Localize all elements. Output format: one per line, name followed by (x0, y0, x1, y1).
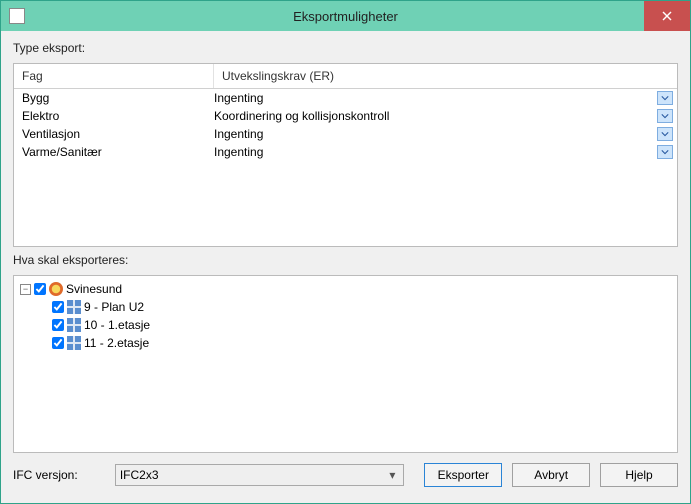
table-row[interactable]: Varme/Sanitær Ingenting (14, 143, 677, 161)
chevron-down-icon (661, 130, 669, 138)
tree-item-label: 10 - 1.etasje (84, 316, 150, 334)
tree-checkbox[interactable] (34, 283, 46, 295)
tree-checkbox[interactable] (52, 337, 64, 349)
export-button[interactable]: Eksporter (424, 463, 502, 487)
cell-fag: Ventilasjon (14, 125, 214, 143)
app-icon (9, 8, 25, 24)
cell-fag: Bygg (14, 89, 214, 107)
close-button[interactable] (644, 1, 690, 31)
floor-icon (67, 300, 81, 314)
bottom-row: IFC versjon: IFC2x3 ▾ Eksporter Avbryt H… (13, 459, 678, 487)
tree-item[interactable]: 11 - 2.etasje (38, 334, 671, 352)
dialog-content: Type eksport: Fag Utvekslingskrav (ER) B… (1, 31, 690, 503)
dropdown-arrow[interactable] (657, 127, 673, 141)
type-export-panel: Fag Utvekslingskrav (ER) Bygg Ingenting … (13, 63, 678, 247)
dropdown-arrow[interactable] (657, 109, 673, 123)
cell-fag: Varme/Sanitær (14, 143, 214, 161)
tree-item[interactable]: 10 - 1.etasje (38, 316, 671, 334)
chevron-down-icon (661, 112, 669, 120)
title-bar: Eksportmuligheter (1, 1, 690, 31)
tree-checkbox[interactable] (52, 301, 64, 313)
help-button[interactable]: Hjelp (600, 463, 678, 487)
chevron-down-icon (661, 148, 669, 156)
tree-checkbox[interactable] (52, 319, 64, 331)
cell-fag: Elektro (14, 107, 214, 125)
cell-er: Koordinering og kollisjonskontroll (214, 107, 657, 125)
dropdown-arrow[interactable] (657, 91, 673, 105)
window-title: Eksportmuligheter (1, 9, 690, 24)
dropdown-arrow[interactable] (657, 145, 673, 159)
grid-header: Fag Utvekslingskrav (ER) (14, 64, 677, 89)
header-er[interactable]: Utvekslingskrav (ER) (214, 64, 677, 88)
table-row[interactable]: Elektro Koordinering og kollisjonskontro… (14, 107, 677, 125)
close-icon (662, 11, 672, 21)
ifc-version-label: IFC versjon: (13, 468, 105, 482)
cell-er: Ingenting (214, 143, 657, 161)
export-what-label: Hva skal eksporteres: (13, 253, 678, 267)
type-export-label: Type eksport: (13, 41, 678, 55)
ifc-version-value: IFC2x3 (120, 468, 159, 482)
cancel-button[interactable]: Avbryt (512, 463, 590, 487)
chevron-down-icon: ▾ (385, 468, 399, 482)
tree-item-label: 9 - Plan U2 (84, 298, 144, 316)
floor-icon (67, 336, 81, 350)
grid-body: Bygg Ingenting Elektro Koordinering og k… (14, 89, 677, 161)
export-tree-panel: − Svinesund 9 - Plan U2 (13, 275, 678, 453)
floor-icon (67, 318, 81, 332)
dialog-window: Eksportmuligheter Type eksport: Fag Utve… (0, 0, 691, 504)
cell-er: Ingenting (214, 89, 657, 107)
chevron-down-icon (661, 94, 669, 102)
table-row[interactable]: Bygg Ingenting (14, 89, 677, 107)
header-fag[interactable]: Fag (14, 64, 214, 88)
cell-er: Ingenting (214, 125, 657, 143)
title-buttons (644, 1, 690, 31)
tree-item[interactable]: 9 - Plan U2 (38, 298, 671, 316)
table-row[interactable]: Ventilasjon Ingenting (14, 125, 677, 143)
expander-minus-icon[interactable]: − (20, 284, 31, 295)
ifc-version-select[interactable]: IFC2x3 ▾ (115, 464, 405, 486)
project-icon (49, 282, 63, 296)
tree-item-label: 11 - 2.etasje (84, 334, 149, 352)
tree-root-label: Svinesund (66, 280, 122, 298)
tree-root[interactable]: − Svinesund 9 - Plan U2 (20, 280, 671, 352)
